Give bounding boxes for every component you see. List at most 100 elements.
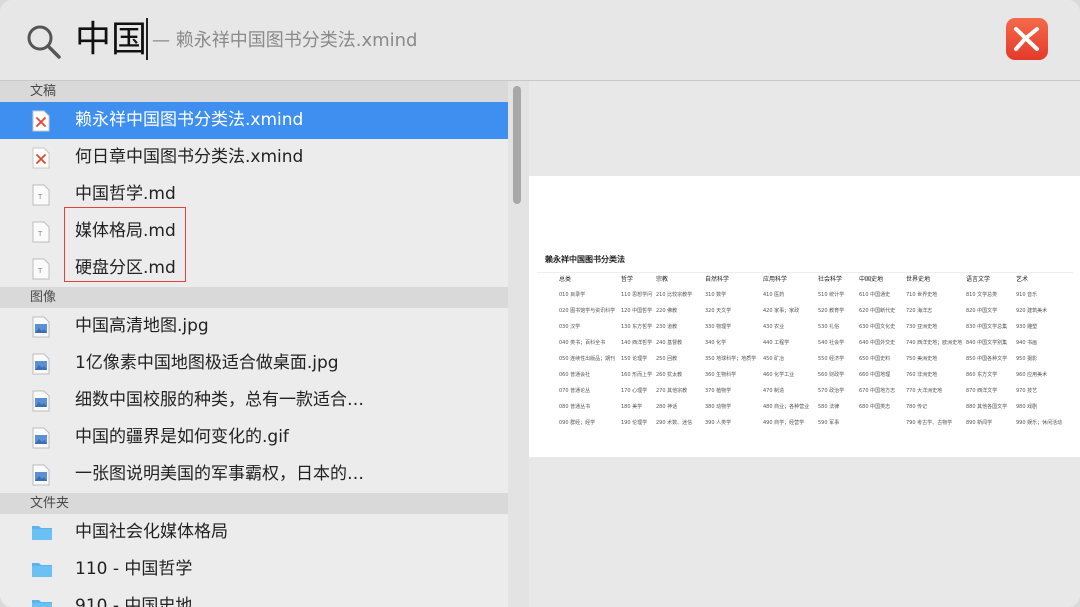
- table-cell: 710 世界史地: [906, 292, 938, 298]
- result-row[interactable]: 110 - 中国哲学: [0, 551, 508, 588]
- table-cell: 350 地球科学；地质学: [705, 356, 757, 362]
- table-cell: 280 神话: [656, 404, 678, 410]
- image-file-icon: [31, 464, 51, 486]
- table-cell: 970 技艺: [1016, 388, 1038, 394]
- section-images: 图像: [0, 287, 508, 308]
- table-cell: 390 人类学: [705, 420, 732, 426]
- table-cell: 470 制造: [763, 388, 785, 394]
- search-bar: 中国 — 赖永祥中国图书分类法.xmind: [0, 0, 1080, 81]
- svg-text:T: T: [37, 193, 43, 201]
- column-header: 宗教: [656, 276, 669, 283]
- table-cell: 980 戏剧: [1016, 404, 1038, 410]
- scrollbar-thumb[interactable]: [513, 86, 521, 204]
- result-row[interactable]: 中国社会化媒体格局: [0, 514, 508, 551]
- table-cell: 820 中国文学: [966, 308, 998, 314]
- result-row[interactable]: 赖永祥中国图书分类法.xmind: [0, 102, 508, 139]
- search-icon: [27, 25, 61, 59]
- column-header: 自然科学: [705, 276, 730, 283]
- column-header: 语言文学: [966, 276, 991, 283]
- result-label: 中国的疆界是如何变化的.gif: [75, 427, 289, 447]
- result-label: 中国高清地图.jpg: [75, 316, 209, 336]
- table-column: 总类 010 目录学 020 图书馆学与资讯科学 030 汉学 040 类书；百科全书 0…: [559, 273, 615, 431]
- table-cell: 440 工程学: [763, 340, 790, 346]
- table-cell: 460 化学工业: [763, 372, 795, 378]
- text-file-icon: T: [31, 258, 51, 280]
- table-column: 应用科学 410 医药 420 家事；家政 430 农业 440 工程学 450 矿冶 46…: [763, 273, 819, 431]
- table-cell: 920 建筑美术: [1016, 308, 1048, 314]
- table-cell: 210 比较宗教学: [656, 292, 693, 298]
- image-file-icon: [31, 353, 51, 375]
- table-cell: 040 类书；百科全书: [559, 340, 606, 346]
- result-label: 细数中国校服的种类，总有一款适合…: [75, 390, 364, 410]
- folder-icon: [31, 596, 52, 607]
- table-cell: 890 新闻学: [966, 420, 993, 426]
- table-cell: 240 基督教: [656, 340, 683, 346]
- text-file-icon: T: [31, 221, 51, 243]
- table-cell: 930 雕塑: [1016, 324, 1038, 330]
- result-row[interactable]: 中国的疆界是如何变化的.gif: [0, 419, 508, 456]
- table-cell: 290 术数、迷信: [656, 420, 693, 426]
- xmind-app-icon[interactable]: [1006, 18, 1048, 60]
- table-cell: 840 中国文学别集: [966, 340, 1008, 346]
- table-cell: 910 音乐: [1016, 292, 1038, 298]
- svg-text:T: T: [37, 267, 43, 275]
- results-list[interactable]: 文稿 赖永祥中国图书分类法.xmind 何日章中国图书分类法.xmind T 中国哲学…: [0, 81, 508, 607]
- result-row[interactable]: 一张图说明美国的军事霸权，日本的…: [0, 456, 508, 493]
- xmind-file-icon: [31, 110, 51, 132]
- table-cell: 480 商业；各种营业: [763, 404, 810, 410]
- table-cell: 850 中国各种文学: [966, 356, 1008, 362]
- highlight-box: [64, 207, 186, 282]
- table-cell: 750 美洲史地: [906, 356, 938, 362]
- table-cell: 320 天文学: [705, 308, 732, 314]
- folder-icon: [31, 522, 52, 544]
- result-row[interactable]: 中国高清地图.jpg: [0, 308, 508, 345]
- result-row[interactable]: 细数中国校服的种类，总有一款适合…: [0, 382, 508, 419]
- result-row[interactable]: 何日章中国图书分类法.xmind: [0, 139, 508, 176]
- image-file-icon: [31, 427, 51, 449]
- table-cell: 720 海洋志: [906, 308, 933, 314]
- table-cell: 310 数学: [705, 292, 727, 298]
- table-cell: 010 目录学: [559, 292, 586, 298]
- column-header: 艺术: [1016, 276, 1029, 283]
- table-cell: 950 摄影: [1016, 356, 1038, 362]
- table-cell: 340 化学: [705, 340, 727, 346]
- classification-table: 总类 010 目录学 020 图书馆学与资讯科学 030 汉学 040 类书；百科全书 0…: [537, 272, 1073, 435]
- table-column: 艺术 910 音乐 920 建筑美术 930 雕塑 940 书画 950 摄影 960 应用…: [1016, 273, 1072, 431]
- search-input[interactable]: 中国: [75, 14, 147, 66]
- result-row[interactable]: 1亿像素中国地图极适合做桌面.jpg: [0, 345, 508, 382]
- result-label: 赖永祥中国图书分类法.xmind: [75, 110, 304, 130]
- result-row[interactable]: 910 - 中国史地: [0, 588, 508, 607]
- table-cell: 090 群经；经学: [559, 420, 596, 426]
- table-column: 语言文学 810 文学总类 820 中国文学 830 中国文学总集 840 中国文学别集…: [966, 273, 1022, 431]
- column-header: 总类: [559, 276, 572, 283]
- table-cell: 780 传记: [906, 404, 928, 410]
- table-cell: 260 犹太教: [656, 372, 683, 378]
- xmind-file-icon: [31, 147, 51, 169]
- table-cell: 220 佛教: [656, 308, 678, 314]
- table-cell: 380 动物学: [705, 404, 732, 410]
- image-file-icon: [31, 316, 51, 338]
- table-cell: 050 连续性出版品；期刊: [559, 356, 616, 362]
- result-label: 1亿像素中国地图极适合做桌面.jpg: [75, 353, 339, 373]
- table-column: 自然科学 310 数学 320 天文学 330 物理学 340 化学 350 地球科学；地…: [705, 273, 761, 431]
- spotlight-window: 中国 — 赖永祥中国图书分类法.xmind 文稿 赖永祥中国图书分类法.xmin…: [0, 0, 1080, 607]
- column-header: 世界史地: [906, 276, 931, 283]
- table-cell: 490 商学；经营学: [763, 420, 805, 426]
- table-cell: 860 东方文学: [966, 372, 998, 378]
- table-cell: 960 应用美术: [1016, 372, 1048, 378]
- preview-pane: 赖永祥中国图书分类法 总类 010 目录学 020 图书馆学与资讯科学 030 汉学 0…: [529, 81, 1080, 607]
- text-file-icon: T: [31, 184, 51, 206]
- table-cell: 060 普通会社: [559, 372, 591, 378]
- result-label: 910 - 中国史地: [75, 596, 193, 607]
- table-cell: 790 考古学、古物学: [906, 420, 953, 426]
- table-cell: 590 军事: [818, 420, 840, 426]
- table-column: 宗教 210 比较宗教学 220 佛教 230 道教 240 基督教 250 回教 260 …: [656, 273, 712, 431]
- table-cell: 810 文学总类: [966, 292, 998, 298]
- table-cell: 870 西洋文学: [966, 388, 998, 394]
- table-cell: 760 非洲史地: [906, 372, 938, 378]
- table-cell: 330 物理学: [705, 324, 732, 330]
- section-folders: 文件夹: [0, 493, 508, 514]
- table-cell: 450 矿冶: [763, 356, 785, 362]
- table-cell: 410 医药: [763, 292, 785, 298]
- table-cell: 880 其他各国文学: [966, 404, 1008, 410]
